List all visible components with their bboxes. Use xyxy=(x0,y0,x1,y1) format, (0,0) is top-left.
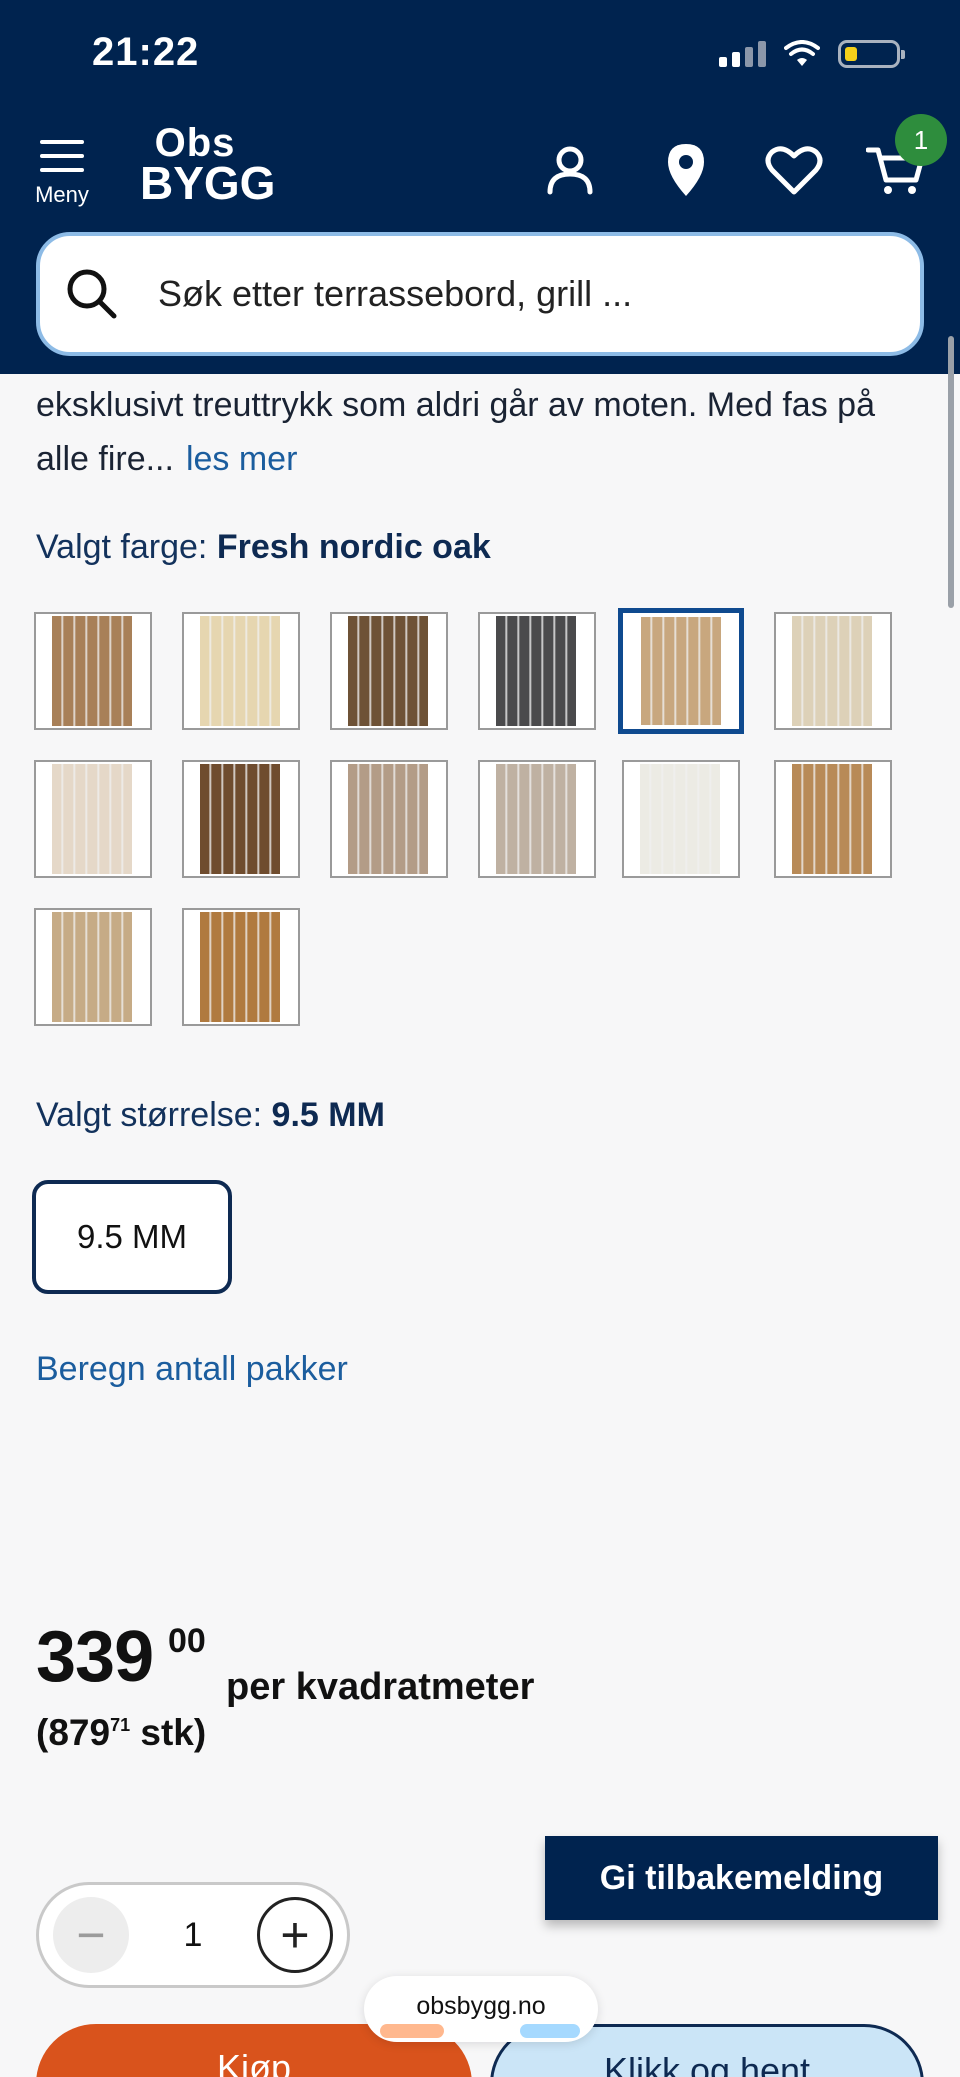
price-decimals: 00 xyxy=(168,1622,206,1660)
color-swatch[interactable] xyxy=(34,760,152,878)
wood-texture xyxy=(792,616,872,726)
color-swatch[interactable] xyxy=(774,760,892,878)
wood-texture xyxy=(52,764,132,874)
wood-texture xyxy=(200,616,280,726)
signal-icon xyxy=(719,41,766,67)
scrollbar[interactable] xyxy=(948,336,954,608)
product-description: eksklusivt treuttrykk som aldri går av m… xyxy=(36,386,875,478)
color-swatch[interactable] xyxy=(478,612,596,730)
quantity-stepper: − 1 + xyxy=(36,1882,350,1988)
obs-bygg-logo[interactable]: Obs BYGG xyxy=(140,123,275,206)
url-glow-right xyxy=(520,2024,580,2038)
top-header: 21:22 Meny Obs BYGG 1 xyxy=(0,0,960,374)
menu-button[interactable]: Meny xyxy=(32,140,92,208)
increase-quantity-button[interactable]: + xyxy=(256,1897,333,1973)
color-swatch-selected[interactable] xyxy=(618,608,744,734)
selected-size-value: 9.5 MM xyxy=(271,1096,385,1134)
color-swatch[interactable] xyxy=(774,612,892,730)
status-icons xyxy=(719,40,905,68)
user-icon[interactable] xyxy=(540,140,600,200)
status-time: 21:22 xyxy=(92,30,200,74)
wood-texture xyxy=(200,912,280,1022)
calculate-packages-link[interactable]: Beregn antall pakker xyxy=(36,1350,348,1389)
price-main: 339 xyxy=(36,1617,154,1697)
size-option-9-5mm[interactable]: 9.5 MM xyxy=(32,1180,232,1294)
color-swatch[interactable] xyxy=(34,908,152,1026)
read-more-link[interactable]: les mer xyxy=(186,440,297,478)
selected-color-value: Fresh nordic oak xyxy=(216,528,491,566)
search-input[interactable] xyxy=(158,273,858,315)
decrease-quantity-button[interactable]: − xyxy=(53,1897,129,1973)
wood-texture xyxy=(52,912,132,1022)
wood-texture xyxy=(496,764,576,874)
menu-icon xyxy=(32,140,92,172)
wood-texture xyxy=(348,616,428,726)
search-icon xyxy=(67,269,117,319)
color-swatch[interactable] xyxy=(182,760,300,878)
color-swatch[interactable] xyxy=(182,908,300,1026)
wood-texture xyxy=(348,764,428,874)
wood-texture xyxy=(792,764,872,874)
wood-texture xyxy=(496,616,576,726)
price: 339 00 per kvadratmeter xyxy=(36,1616,534,1708)
price-per-piece: (87971 stk) xyxy=(36,1712,207,1753)
wood-texture xyxy=(52,616,132,726)
url-glow-left xyxy=(380,2024,444,2038)
selected-color-label: Valgt farge: Fresh nordic oak xyxy=(36,528,491,566)
color-swatch[interactable] xyxy=(478,760,596,878)
color-swatch[interactable] xyxy=(34,612,152,730)
color-swatch[interactable] xyxy=(330,760,448,878)
search-bar[interactable] xyxy=(36,232,924,356)
wifi-icon xyxy=(784,40,820,66)
wood-texture xyxy=(200,764,280,874)
quantity-value[interactable]: 1 xyxy=(184,1916,203,1955)
price-unit: per kvadratmeter xyxy=(226,1666,535,1708)
feedback-button[interactable]: Gi tilbakemelding xyxy=(545,1836,938,1920)
selected-size-label: Valgt størrelse: 9.5 MM xyxy=(36,1096,385,1134)
color-swatch[interactable] xyxy=(330,612,448,730)
wood-texture xyxy=(641,617,721,725)
wood-texture xyxy=(640,764,720,874)
cart-count-badge: 1 xyxy=(895,114,947,166)
color-swatch[interactable] xyxy=(622,760,740,878)
heart-icon[interactable] xyxy=(764,140,824,200)
battery-icon xyxy=(838,40,905,68)
color-swatch[interactable] xyxy=(182,612,300,730)
location-pin-icon[interactable] xyxy=(656,140,716,200)
menu-label: Meny xyxy=(35,182,89,207)
